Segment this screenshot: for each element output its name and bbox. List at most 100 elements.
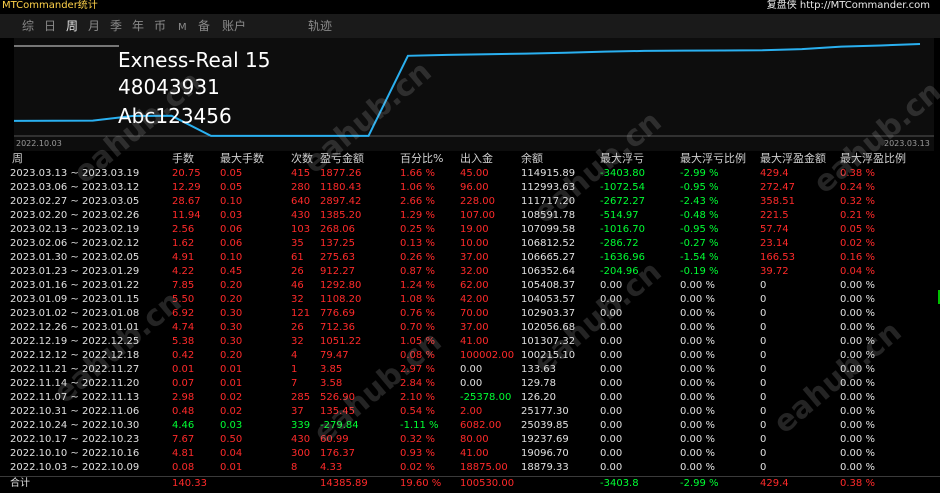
row-pnl: 1051.22 [320, 336, 362, 347]
col-max-drawdown[interactable]: 最大浮亏 [600, 153, 644, 165]
tab-track[interactable]: 轨迹 [308, 19, 332, 33]
row-count: 285 [291, 392, 311, 403]
row-max-drawdown: -1016.70 [600, 224, 645, 235]
row-deposit: 228.00 [460, 196, 495, 207]
row-pnl: 275.63 [320, 252, 355, 263]
row-lots: 28.67 [172, 196, 201, 207]
row-pnl: 137.25 [320, 238, 355, 249]
row-balance: 25177.30 [521, 406, 569, 417]
row-max-drawdown: 0.00 [600, 308, 623, 319]
tab-quarterly[interactable]: 季 [110, 19, 122, 33]
row-pnl: 1180.43 [320, 182, 362, 193]
table-row[interactable]: 2023.03.06 ~ 2023.03.12 12.29 0.05 280 1180.… [0, 181, 940, 195]
row-lots: 4.22 [172, 266, 195, 277]
table-row[interactable]: 2022.12.26 ~ 2023.01.01 4.74 0.30 26 712.36 0… [0, 321, 940, 335]
tab-weekly[interactable]: 周 [66, 19, 78, 33]
row-lots: 0.08 [172, 462, 195, 473]
tab-m[interactable]: M [178, 21, 187, 35]
table-row[interactable]: 2022.11.07 ~ 2022.11.13 2.98 0.02 285 526.90… [0, 391, 940, 405]
row-balance: 112993.63 [521, 182, 576, 193]
table-row[interactable]: 2022.10.03 ~ 2022.10.09 0.08 0.01 8 4.33 0.02… [0, 461, 940, 475]
table-row[interactable]: 2022.11.14 ~ 2022.11.20 0.07 0.01 7 3.58 2.84… [0, 377, 940, 391]
row-max-drawdown: -3403.80 [600, 168, 645, 179]
table-row[interactable]: 2023.01.09 ~ 2023.01.15 5.50 0.20 32 1108.20… [0, 293, 940, 307]
row-max-drawdown-pct: 0.00 % [680, 294, 715, 305]
tab-yearly[interactable]: 年 [132, 19, 144, 33]
row-deposit: 10.00 [460, 238, 489, 249]
row-max-float-profit-pct: 0.00 % [840, 364, 875, 375]
col-lots[interactable]: 手数 [172, 153, 194, 165]
col-balance[interactable]: 余额 [521, 153, 543, 165]
table-row[interactable]: 2023.01.23 ~ 2023.01.29 4.22 0.45 26 912.27 0… [0, 265, 940, 279]
totals-row: 合计 140.33 14385.89 19.60 % 100530.00 -34… [0, 476, 940, 491]
col-max-float-profit[interactable]: 最大浮盈金额 [760, 153, 826, 165]
col-deposit[interactable]: 出入金 [460, 153, 493, 165]
totals-percent: 19.60 % [400, 478, 442, 489]
row-lots: 0.07 [172, 378, 195, 389]
chart-start-date: 2022.10.03 [16, 139, 62, 148]
tab-currency[interactable]: 币 [154, 19, 166, 33]
title-bar: MTCommander统计 复盘侠 http://MTCommander.com [0, 0, 940, 14]
row-max-drawdown: 0.00 [600, 294, 623, 305]
tab-daily[interactable]: 日 [44, 19, 56, 33]
col-week[interactable]: 周 [12, 153, 23, 165]
row-deposit: 96.00 [460, 182, 489, 193]
table-row[interactable]: 2023.01.16 ~ 2023.01.22 7.85 0.20 46 1292.80… [0, 279, 940, 293]
row-deposit: 62.00 [460, 280, 489, 291]
row-deposit: 37.00 [460, 252, 489, 263]
row-max-drawdown-pct: 0.00 % [680, 280, 715, 291]
row-max-float-profit-pct: 0.21 % [840, 210, 875, 221]
col-count[interactable]: 次数 [291, 153, 313, 165]
table-row[interactable]: 2022.12.19 ~ 2022.12.25 5.38 0.30 32 1051.22… [0, 335, 940, 349]
table-row[interactable]: 2023.02.20 ~ 2023.02.26 11.94 0.03 430 1385.… [0, 209, 940, 223]
row-pnl: 176.37 [320, 448, 355, 459]
row-lots: 11.94 [172, 210, 201, 221]
row-max-float-profit-pct: 0.00 % [840, 392, 875, 403]
row-percent: 2.84 % [400, 378, 435, 389]
row-max-float-profit: 0 [760, 392, 767, 403]
table-row[interactable]: 2023.02.06 ~ 2023.02.12 1.62 0.06 35 137.25 0… [0, 237, 940, 251]
tab-backup[interactable]: 备 [198, 19, 210, 33]
row-max-float-profit-pct: 0.24 % [840, 182, 875, 193]
row-percent: 2.97 % [400, 364, 435, 375]
col-pnl[interactable]: 盈亏金额 [320, 153, 364, 165]
row-max-lots: 0.05 [220, 168, 243, 179]
row-lots: 20.75 [172, 168, 201, 179]
row-max-float-profit: 0 [760, 462, 767, 473]
table-row[interactable]: 2023.02.13 ~ 2023.02.19 2.56 0.06 103 268.06… [0, 223, 940, 237]
col-max-float-profit-pct[interactable]: 最大浮盈比例 [840, 153, 906, 165]
table-row[interactable]: 2023.01.02 ~ 2023.01.08 6.92 0.30 121 776.69… [0, 307, 940, 321]
table-row[interactable]: 2023.01.30 ~ 2023.02.05 4.91 0.10 61 275.63 0… [0, 251, 940, 265]
row-count: 103 [291, 224, 311, 235]
table-row[interactable]: 2022.10.10 ~ 2022.10.16 4.81 0.04 300 176.37… [0, 447, 940, 461]
row-max-float-profit: 0 [760, 378, 767, 389]
row-max-float-profit-pct: 0.00 % [840, 350, 875, 361]
row-max-drawdown-pct: 0.00 % [680, 378, 715, 389]
table-row[interactable]: 2022.12.12 ~ 2022.12.18 0.42 0.20 4 79.47 0.0… [0, 349, 940, 363]
row-percent: 0.70 % [400, 322, 435, 333]
col-max-lots[interactable]: 最大手数 [220, 153, 264, 165]
credit-link[interactable]: 复盘侠 http://MTCommander.com [767, 0, 930, 12]
col-percent[interactable]: 百分比% [400, 153, 443, 165]
row-week: 2023.02.06 ~ 2023.02.12 [10, 238, 140, 249]
row-percent: 2.66 % [400, 196, 435, 207]
tab-account[interactable]: 账户 [222, 19, 246, 33]
row-max-drawdown: 0.00 [600, 280, 623, 291]
row-max-lots: 0.02 [220, 406, 243, 417]
row-max-float-profit: 0 [760, 280, 767, 291]
table-row[interactable]: 2023.03.13 ~ 2023.03.19 20.75 0.05 415 1877.… [0, 167, 940, 181]
tab-overview[interactable]: 综 [22, 19, 34, 33]
row-count: 430 [291, 210, 311, 221]
row-week: 2023.03.06 ~ 2023.03.12 [10, 182, 140, 193]
tab-monthly[interactable]: 月 [88, 19, 100, 33]
table-row[interactable]: 2022.11.21 ~ 2022.11.27 0.01 0.01 1 3.85 2.97… [0, 363, 940, 377]
table-row[interactable]: 2022.10.24 ~ 2022.10.30 4.46 0.03 339 -279.8… [0, 419, 940, 433]
row-deposit: 0.00 [460, 378, 483, 389]
row-max-drawdown-pct: -0.19 % [680, 266, 719, 277]
table-row[interactable]: 2022.10.17 ~ 2022.10.23 7.67 0.50 430 60.99 0… [0, 433, 940, 447]
table-row[interactable]: 2023.02.27 ~ 2023.03.05 28.67 0.10 640 2897.… [0, 195, 940, 209]
row-max-float-profit: 0 [760, 364, 767, 375]
table-row[interactable]: 2022.10.31 ~ 2022.11.06 0.48 0.02 37 135.45 0… [0, 405, 940, 419]
col-max-drawdown-pct[interactable]: 最大浮亏比例 [680, 153, 746, 165]
row-max-float-profit-pct: 0.04 % [840, 266, 875, 277]
